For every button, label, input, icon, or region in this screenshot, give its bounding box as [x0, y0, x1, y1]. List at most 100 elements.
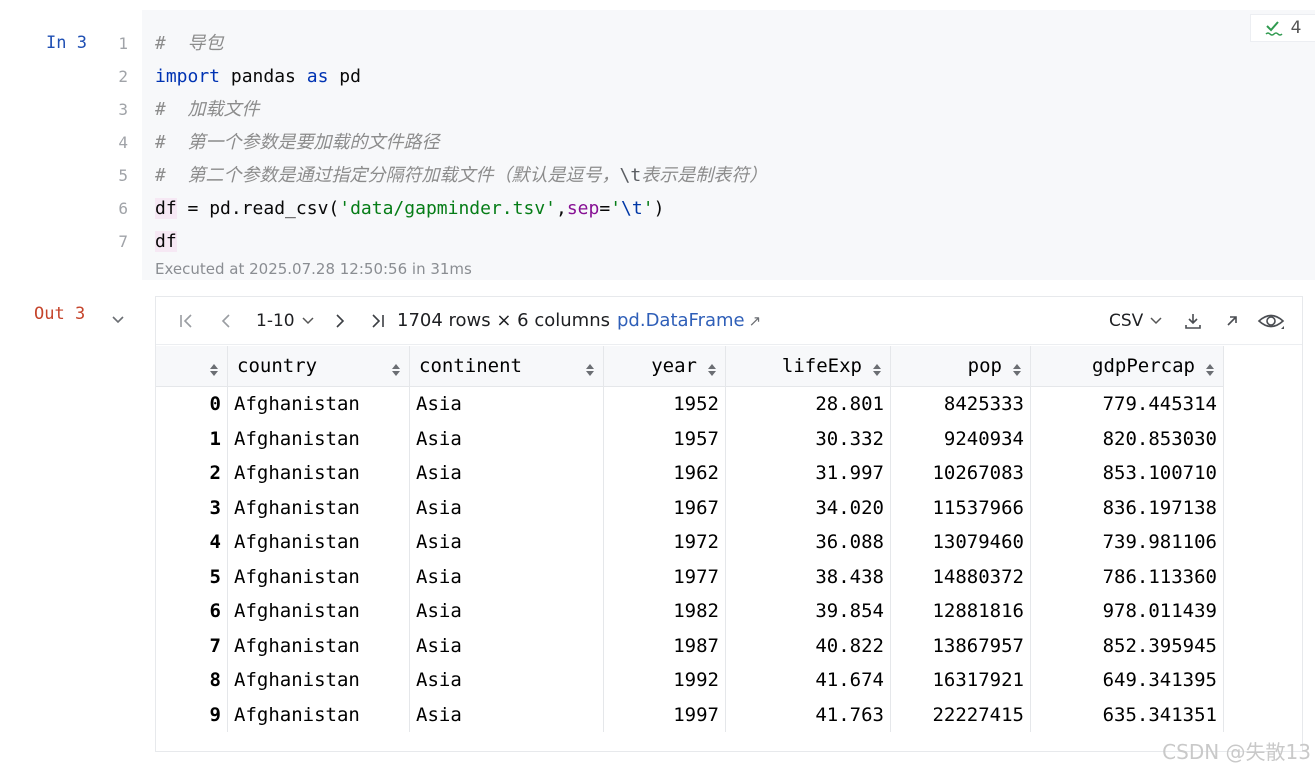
- sort-icon[interactable]: [586, 359, 594, 381]
- cell-continent[interactable]: Asia: [409, 525, 604, 560]
- cell-gdppercap[interactable]: 852.395945: [1030, 628, 1224, 663]
- cell-gdppercap[interactable]: 635.341351: [1030, 697, 1224, 732]
- table-row[interactable]: 9 Afghanistan Asia 1997 41.763 22227415 635.34…: [156, 697, 1224, 732]
- cell-year[interactable]: 1957: [603, 421, 726, 456]
- cell-country[interactable]: Afghanistan: [227, 525, 410, 560]
- cell-year[interactable]: 1967: [603, 490, 726, 525]
- cell-year[interactable]: 1977: [603, 559, 726, 594]
- cell-lifeexp[interactable]: 38.438: [725, 559, 891, 594]
- cell-country[interactable]: Afghanistan: [227, 663, 410, 698]
- sort-icon[interactable]: [708, 359, 716, 381]
- cell-year[interactable]: 1972: [603, 525, 726, 560]
- open-in-editor-icon[interactable]: [1224, 297, 1240, 344]
- inspection-badge[interactable]: 4: [1250, 14, 1315, 42]
- cell-country[interactable]: Afghanistan: [227, 697, 410, 732]
- comment: # 第一个参数是要加载的文件路径: [155, 132, 440, 153]
- table-row[interactable]: 1 Afghanistan Asia 1957 30.332 9240934 820.853…: [156, 421, 1224, 456]
- cell-gdppercap[interactable]: 820.853030: [1030, 421, 1224, 456]
- first-page-icon[interactable]: [178, 297, 196, 344]
- cell-pop[interactable]: 14880372: [890, 559, 1031, 594]
- next-page-icon[interactable]: [332, 297, 348, 344]
- cell-continent[interactable]: Asia: [409, 663, 604, 698]
- cell-country[interactable]: Afghanistan: [227, 594, 410, 629]
- cell-lifeexp[interactable]: 31.997: [725, 456, 891, 491]
- cell-continent[interactable]: Asia: [409, 559, 604, 594]
- cell-gdppercap[interactable]: 786.113360: [1030, 559, 1224, 594]
- last-page-icon[interactable]: [368, 297, 386, 344]
- cell-continent[interactable]: Asia: [409, 697, 604, 732]
- column-header-gdppercap[interactable]: gdpPercap: [1030, 346, 1224, 387]
- chevron-down-icon[interactable]: [110, 312, 126, 331]
- cell-gdppercap[interactable]: 978.011439: [1030, 594, 1224, 629]
- page-range-dropdown[interactable]: 1-10: [256, 297, 315, 344]
- column-header-country[interactable]: country: [227, 346, 410, 387]
- cell-year[interactable]: 1992: [603, 663, 726, 698]
- cell-continent[interactable]: Asia: [409, 628, 604, 663]
- column-header-continent[interactable]: continent: [409, 346, 604, 387]
- column-header-lifeexp[interactable]: lifeExp: [725, 346, 891, 387]
- cell-country[interactable]: Afghanistan: [227, 628, 410, 663]
- cell-continent[interactable]: Asia: [409, 456, 604, 491]
- cell-lifeexp[interactable]: 39.854: [725, 594, 891, 629]
- cell-pop[interactable]: 22227415: [890, 697, 1031, 732]
- table-row[interactable]: 3 Afghanistan Asia 1967 34.020 11537966 836.19…: [156, 490, 1224, 525]
- cell-year[interactable]: 1962: [603, 456, 726, 491]
- column-header-pop[interactable]: pop: [890, 346, 1031, 387]
- prev-page-icon[interactable]: [218, 297, 234, 344]
- eye-icon[interactable]: [1257, 297, 1285, 344]
- cell-lifeexp[interactable]: 40.822: [725, 628, 891, 663]
- cell-continent[interactable]: Asia: [409, 386, 604, 422]
- table-row[interactable]: 8 Afghanistan Asia 1992 41.674 16317921 649.34…: [156, 663, 1224, 698]
- sort-icon[interactable]: [392, 359, 400, 381]
- cell-year[interactable]: 1982: [603, 594, 726, 629]
- column-header-year[interactable]: year: [603, 346, 726, 387]
- code-editor[interactable]: # 导包 import pandas as pd # 加载文件 # 第一个参数是…: [155, 33, 767, 264]
- sort-icon[interactable]: [873, 359, 881, 381]
- table-row[interactable]: 5 Afghanistan Asia 1977 38.438 14880372 786.11…: [156, 559, 1224, 594]
- table-row[interactable]: 2 Afghanistan Asia 1962 31.997 10267083 853.10…: [156, 456, 1224, 491]
- cell-country[interactable]: Afghanistan: [227, 456, 410, 491]
- cell-lifeexp[interactable]: 28.801: [725, 386, 891, 422]
- cell-lifeexp[interactable]: 30.332: [725, 421, 891, 456]
- cell-year[interactable]: 1952: [603, 386, 726, 422]
- cell-pop[interactable]: 13867957: [890, 628, 1031, 663]
- download-icon[interactable]: [1183, 297, 1203, 344]
- cell-lifeexp[interactable]: 41.674: [725, 663, 891, 698]
- cell-lifeexp[interactable]: 34.020: [725, 490, 891, 525]
- cell-gdppercap[interactable]: 739.981106: [1030, 525, 1224, 560]
- table-row[interactable]: 4 Afghanistan Asia 1972 36.088 13079460 739.98…: [156, 525, 1224, 560]
- cell-continent[interactable]: Asia: [409, 421, 604, 456]
- table-row[interactable]: 7 Afghanistan Asia 1987 40.822 13867957 852.39…: [156, 628, 1224, 663]
- cell-pop[interactable]: 16317921: [890, 663, 1031, 698]
- cell-lifeexp[interactable]: 36.088: [725, 525, 891, 560]
- cell-continent[interactable]: Asia: [409, 490, 604, 525]
- sort-icon[interactable]: [1206, 359, 1214, 381]
- index-header[interactable]: [156, 346, 228, 387]
- cell-year[interactable]: 1987: [603, 628, 726, 663]
- cell-continent[interactable]: Asia: [409, 594, 604, 629]
- cell-gdppercap[interactable]: 836.197138: [1030, 490, 1224, 525]
- cell-country[interactable]: Afghanistan: [227, 559, 410, 594]
- cell-gdppercap[interactable]: 779.445314: [1030, 386, 1224, 422]
- export-format-dropdown[interactable]: CSV: [1109, 297, 1163, 344]
- sort-icon[interactable]: [1013, 359, 1021, 381]
- cell-pop[interactable]: 11537966: [890, 490, 1031, 525]
- cell-country[interactable]: Afghanistan: [227, 490, 410, 525]
- table-row[interactable]: 6 Afghanistan Asia 1982 39.854 12881816 978.01…: [156, 594, 1224, 629]
- dataframe-output: 1-10 1704 rows × 6 columns pd.DataFrame …: [155, 296, 1303, 752]
- cell-year[interactable]: 1997: [603, 697, 726, 732]
- cell-country[interactable]: Afghanistan: [227, 386, 410, 422]
- cell-lifeexp[interactable]: 41.763: [725, 697, 891, 732]
- cell-pop[interactable]: 12881816: [890, 594, 1031, 629]
- dataframe-type-link[interactable]: pd.DataFrame ↗: [617, 297, 761, 344]
- cell-gdppercap[interactable]: 853.100710: [1030, 456, 1224, 491]
- cell-gdppercap[interactable]: 649.341395: [1030, 663, 1224, 698]
- table-row[interactable]: 0 Afghanistan Asia 1952 28.801 8425333 779.445…: [156, 386, 1224, 422]
- cell-pop[interactable]: 10267083: [890, 456, 1031, 491]
- cell-pop[interactable]: 8425333: [890, 386, 1031, 422]
- cell-country[interactable]: Afghanistan: [227, 421, 410, 456]
- cell-pop[interactable]: 9240934: [890, 421, 1031, 456]
- cell-pop[interactable]: 13079460: [890, 525, 1031, 560]
- sort-icon[interactable]: [210, 359, 218, 381]
- page-range-label: 1-10: [256, 310, 295, 331]
